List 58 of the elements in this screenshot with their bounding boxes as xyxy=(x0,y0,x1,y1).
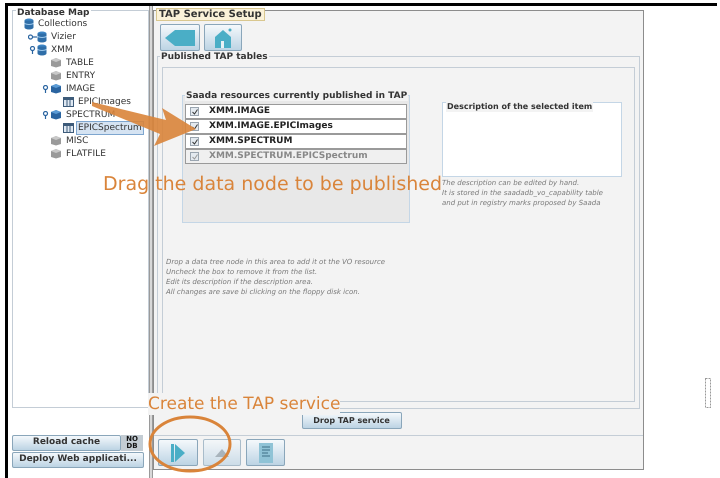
tree-item[interactable]: TABLE xyxy=(64,56,96,70)
resource-label: XMM.IMAGE.EPICImages xyxy=(209,120,333,133)
house-icon xyxy=(214,28,232,48)
annotation-text: Drag the data node to be published xyxy=(103,172,442,196)
caret-icon xyxy=(215,448,229,456)
resource-label: XMM.SPECTRUM xyxy=(209,134,292,148)
cube-icon xyxy=(50,109,62,120)
tree-item[interactable]: Vizier xyxy=(49,30,78,44)
tree-item[interactable]: Collections xyxy=(36,16,90,30)
left-arrow-icon xyxy=(165,30,195,46)
collapsed-handle-icon[interactable] xyxy=(28,32,36,40)
resource-row[interactable]: XMM.IMAGE xyxy=(185,104,407,119)
resource-label: XMM.SPECTRUM.EPICSpectrum xyxy=(209,150,368,163)
resource-row[interactable]: XMM.IMAGE.EPICImages xyxy=(185,119,407,134)
document-icon xyxy=(258,442,272,462)
toolbar-button[interactable] xyxy=(203,439,241,466)
tree-item[interactable]: MISC xyxy=(64,134,90,148)
resource-row[interactable]: XMM.SPECTRUM xyxy=(185,134,407,149)
deploy-button[interactable]: Deploy Web applicati... xyxy=(12,452,144,468)
description-area[interactable]: Description of the selected item xyxy=(442,102,622,177)
checkbox[interactable] xyxy=(190,107,199,116)
cube-icon xyxy=(50,148,62,159)
database-icon xyxy=(37,30,47,42)
tree-item[interactable]: SPECTRUM xyxy=(64,108,118,122)
tree-item[interactable]: ENTRY xyxy=(64,68,98,82)
resource-label: XMM.IMAGE xyxy=(209,104,270,118)
cube-icon xyxy=(50,83,62,94)
check-icon xyxy=(192,108,198,114)
group-title: Published TAP tables xyxy=(160,52,269,62)
expanded-handle-icon[interactable] xyxy=(40,110,50,118)
group-title: Description of the selected item xyxy=(446,102,594,112)
tree-item[interactable]: FLATFILE xyxy=(64,146,108,160)
tree-item[interactable]: XMM xyxy=(49,42,75,56)
table-icon xyxy=(63,96,74,106)
tree-item[interactable]: IMAGE xyxy=(64,82,98,96)
resize-handle-icon[interactable] xyxy=(705,378,711,408)
table-icon xyxy=(63,122,74,132)
database-icon xyxy=(37,44,47,56)
panel-title: TAP Service Setup xyxy=(156,8,265,21)
checkbox[interactable] xyxy=(190,137,199,146)
drop-tap-service-button[interactable]: Drop TAP service xyxy=(302,412,402,429)
annotation-text: Create the TAP service xyxy=(148,393,340,415)
play-button[interactable] xyxy=(158,439,198,466)
check-icon xyxy=(192,138,198,144)
check-icon xyxy=(192,154,198,160)
reload-cache-button[interactable]: Reload cache xyxy=(12,435,121,451)
cube-icon xyxy=(50,135,62,146)
expanded-handle-icon[interactable] xyxy=(28,46,36,54)
document-button[interactable] xyxy=(246,439,285,466)
expanded-handle-icon[interactable] xyxy=(40,84,50,92)
cube-icon xyxy=(50,57,62,68)
tree-item[interactable]: EPICSpectrum xyxy=(76,120,144,134)
cube-icon xyxy=(50,70,62,81)
tree-item[interactable]: EPICImages xyxy=(76,94,133,108)
database-icon xyxy=(24,18,34,30)
panel-title: Database Map xyxy=(16,8,91,18)
group-title: Saada resources currently published in TAP xyxy=(185,91,408,101)
play-icon xyxy=(171,444,185,462)
